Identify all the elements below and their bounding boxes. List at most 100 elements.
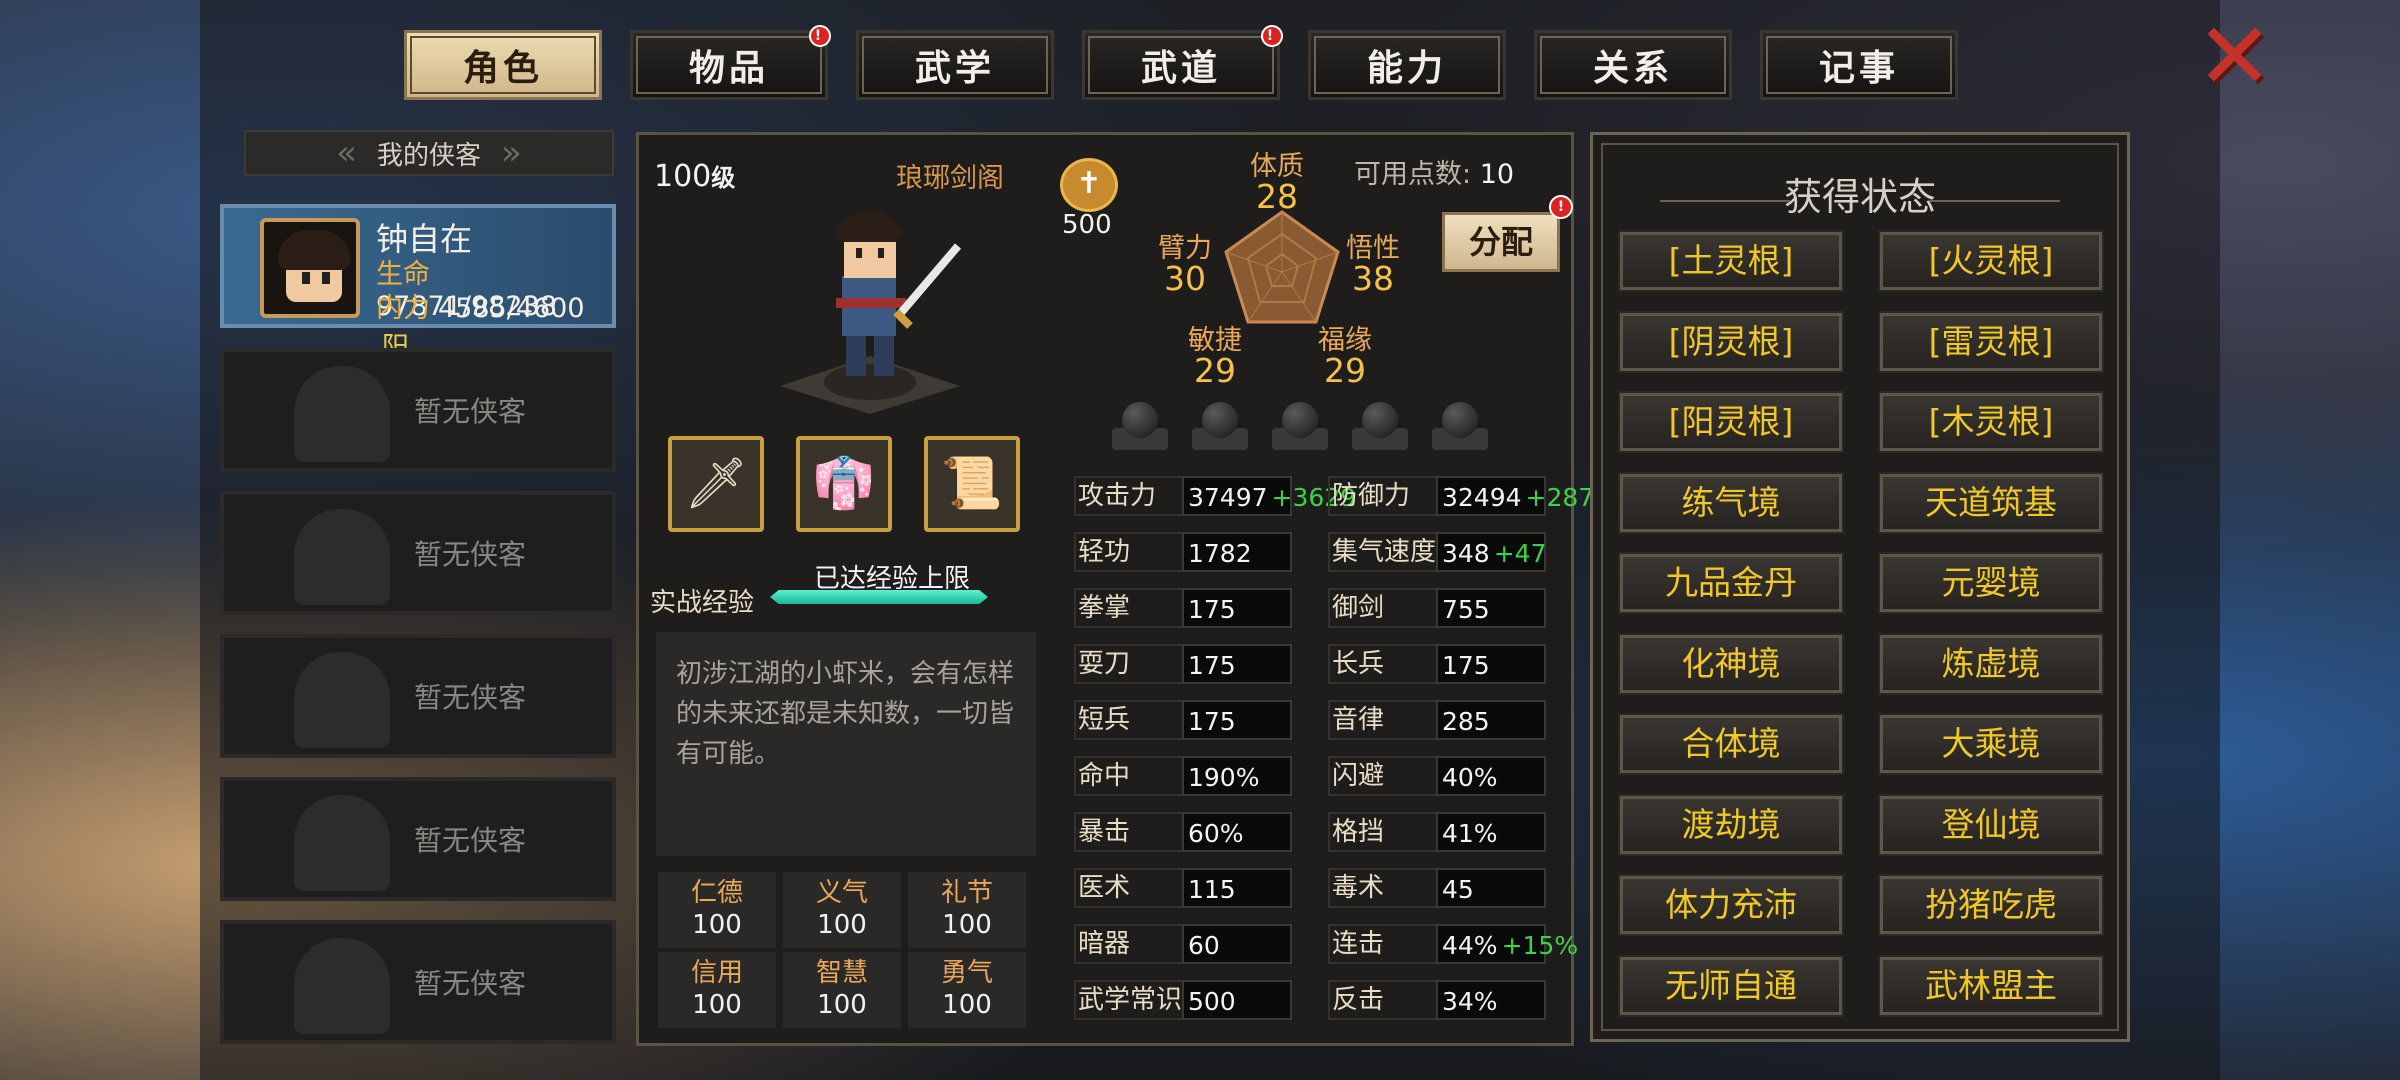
stat-label: 集气速度 bbox=[1332, 537, 1437, 567]
stat-value: 755 bbox=[1436, 588, 1546, 628]
status-badge[interactable]: 大乘境 bbox=[1878, 713, 2104, 775]
status-badge[interactable]: [木灵根] bbox=[1878, 391, 2104, 453]
tab-label: 能力 bbox=[1366, 48, 1447, 89]
stat-label: 攻击力 bbox=[1078, 481, 1157, 511]
medal-icon[interactable]: ✝ bbox=[1060, 158, 1118, 212]
title-divider bbox=[1660, 200, 1790, 202]
next-arrow-icon[interactable]: » bbox=[501, 133, 522, 173]
status-badge[interactable]: 无师自通 bbox=[1618, 954, 1844, 1017]
status-badge[interactable]: 体力充沛 bbox=[1618, 874, 1844, 936]
stat-label: 轻功 bbox=[1078, 537, 1131, 567]
virtue-1: 义气 100 bbox=[783, 872, 901, 948]
attr-comprehension: 悟性 38 bbox=[1346, 233, 1400, 298]
status-badge[interactable]: 合体境 bbox=[1618, 713, 1844, 775]
stat-row: 短兵 175 bbox=[1074, 700, 1292, 740]
tab-0[interactable]: 角色 bbox=[404, 30, 602, 100]
stat-row: 暗器 60 bbox=[1074, 924, 1292, 964]
stat-label: 防御力 bbox=[1332, 481, 1411, 511]
stat-row: 御剑 755 bbox=[1328, 588, 1546, 628]
status-badge[interactable]: [阴灵根] bbox=[1618, 310, 1844, 373]
stat-value: 44% +15% bbox=[1436, 924, 1578, 964]
attr-fortune: 福缘 29 bbox=[1318, 325, 1372, 390]
level: 100级 bbox=[654, 159, 736, 194]
silhouette-icon bbox=[294, 938, 390, 1034]
tab-2[interactable]: 武学 bbox=[856, 30, 1054, 100]
status-badge[interactable]: 扮猪吃虎 bbox=[1878, 874, 2104, 936]
stat-row: 反击 34% bbox=[1328, 980, 1546, 1020]
party-slot-empty[interactable]: 暂无侠客 bbox=[220, 920, 616, 1044]
stat-row: 拳掌 175 bbox=[1074, 588, 1292, 628]
status-title: 获得状态 bbox=[1783, 175, 1936, 219]
stat-label: 毒术 bbox=[1332, 873, 1385, 903]
exp-bar bbox=[770, 590, 988, 604]
stat-value: 32494 +2870 bbox=[1436, 476, 1610, 516]
status-badge[interactable]: 元婴境 bbox=[1878, 552, 2104, 614]
stat-value: 175 bbox=[1436, 644, 1546, 684]
stat-row: 闪避 40% bbox=[1328, 756, 1546, 796]
empty-slot-label: 暂无侠客 bbox=[414, 967, 527, 1000]
stat-label: 连击 bbox=[1332, 929, 1385, 959]
tab-3[interactable]: 武道! bbox=[1082, 25, 1283, 100]
status-badge[interactable]: [阳灵根] bbox=[1618, 391, 1844, 453]
close-icon[interactable]: ✕ bbox=[2196, 11, 2273, 103]
prev-arrow-icon[interactable]: « bbox=[336, 133, 357, 173]
distribute-button[interactable]: 分配! bbox=[1442, 195, 1573, 272]
party-slot-empty[interactable]: 暂无侠客 bbox=[220, 777, 616, 901]
empty-slot-label: 暂无侠客 bbox=[414, 395, 527, 428]
tab-label: 武道 bbox=[1140, 48, 1221, 89]
status-badge[interactable]: 炼虚境 bbox=[1878, 632, 2104, 695]
stat-value: 175 bbox=[1182, 588, 1292, 628]
notify-dot-icon: ! bbox=[1549, 195, 1573, 219]
tab-4[interactable]: 能力 bbox=[1308, 30, 1506, 100]
virtue-2: 礼节 100 bbox=[908, 872, 1026, 948]
status-badge[interactable]: 天道筑基 bbox=[1878, 471, 2104, 534]
party-slot-empty[interactable]: 暂无侠客 bbox=[220, 348, 616, 472]
stat-value: 37497 +3629 bbox=[1182, 476, 1356, 516]
stat-label: 命中 bbox=[1078, 761, 1131, 791]
orb-slot-icon[interactable] bbox=[1272, 400, 1328, 456]
stat-row: 命中 190% bbox=[1074, 756, 1292, 796]
stat-value: 175 bbox=[1182, 644, 1292, 684]
virtue-5: 勇气 100 bbox=[908, 952, 1026, 1028]
party-slot-empty[interactable]: 暂无侠客 bbox=[220, 634, 616, 758]
party-slot-selected[interactable]: 钟自在 生命97871/98238 内力4585/4600阳 bbox=[220, 204, 616, 363]
character-description: 初涉江湖的小虾米，会有怎样的未来还都是未知数，一切皆有可能。 bbox=[656, 632, 1036, 856]
tab-5[interactable]: 关系 bbox=[1534, 30, 1732, 100]
status-badge[interactable]: [雷灵根] bbox=[1878, 310, 2104, 373]
orb-slot-icon[interactable] bbox=[1352, 400, 1408, 456]
orb-slot-icon[interactable] bbox=[1192, 400, 1248, 456]
main-tabs: 角色 物品! 武学 武道! 能力 关系 记事 bbox=[404, 25, 1958, 100]
stat-value: 348 +47 bbox=[1436, 532, 1546, 572]
attr-agility: 敏捷 29 bbox=[1188, 325, 1242, 390]
party-header[interactable]: « 我的侠客 » bbox=[244, 130, 614, 176]
stat-value: 40% bbox=[1436, 756, 1546, 796]
orb-slot-icon[interactable] bbox=[1112, 400, 1168, 456]
stat-row: 暴击 60% bbox=[1074, 812, 1292, 852]
stat-value: 60% bbox=[1182, 812, 1292, 852]
status-badge[interactable]: 渡劫境 bbox=[1618, 793, 1844, 856]
status-badge[interactable]: 武林盟主 bbox=[1878, 954, 2104, 1017]
stat-label: 耍刀 bbox=[1078, 649, 1131, 679]
stat-label: 武学常识 bbox=[1078, 985, 1183, 1015]
status-badge[interactable]: 练气境 bbox=[1618, 471, 1844, 534]
status-badge[interactable]: [土灵根] bbox=[1618, 230, 1844, 292]
stat-label: 医术 bbox=[1078, 873, 1131, 903]
robe-equip-icon[interactable]: 👘 bbox=[796, 436, 892, 532]
empty-slot-label: 暂无侠客 bbox=[414, 538, 527, 571]
stat-row: 耍刀 175 bbox=[1074, 644, 1292, 684]
stat-bonus: +47 bbox=[1493, 539, 1547, 568]
stat-value: 175 bbox=[1182, 700, 1292, 740]
character-sprite bbox=[780, 209, 962, 414]
status-badge[interactable]: 化神境 bbox=[1618, 632, 1844, 695]
sword-equip-icon[interactable]: 🗡 bbox=[668, 436, 764, 532]
status-badge[interactable]: [火灵根] bbox=[1878, 230, 2104, 292]
title-divider bbox=[1930, 200, 2060, 202]
party-header-label: 我的侠客 bbox=[376, 140, 481, 171]
status-badge[interactable]: 登仙境 bbox=[1878, 793, 2104, 856]
status-badge[interactable]: 九品金丹 bbox=[1618, 552, 1844, 614]
scroll-equip-icon[interactable]: 📜 bbox=[924, 436, 1020, 532]
orb-slot-icon[interactable] bbox=[1432, 400, 1488, 456]
party-slot-empty[interactable]: 暂无侠客 bbox=[220, 491, 616, 615]
tab-1[interactable]: 物品! bbox=[630, 25, 831, 100]
tab-6[interactable]: 记事 bbox=[1760, 30, 1958, 100]
